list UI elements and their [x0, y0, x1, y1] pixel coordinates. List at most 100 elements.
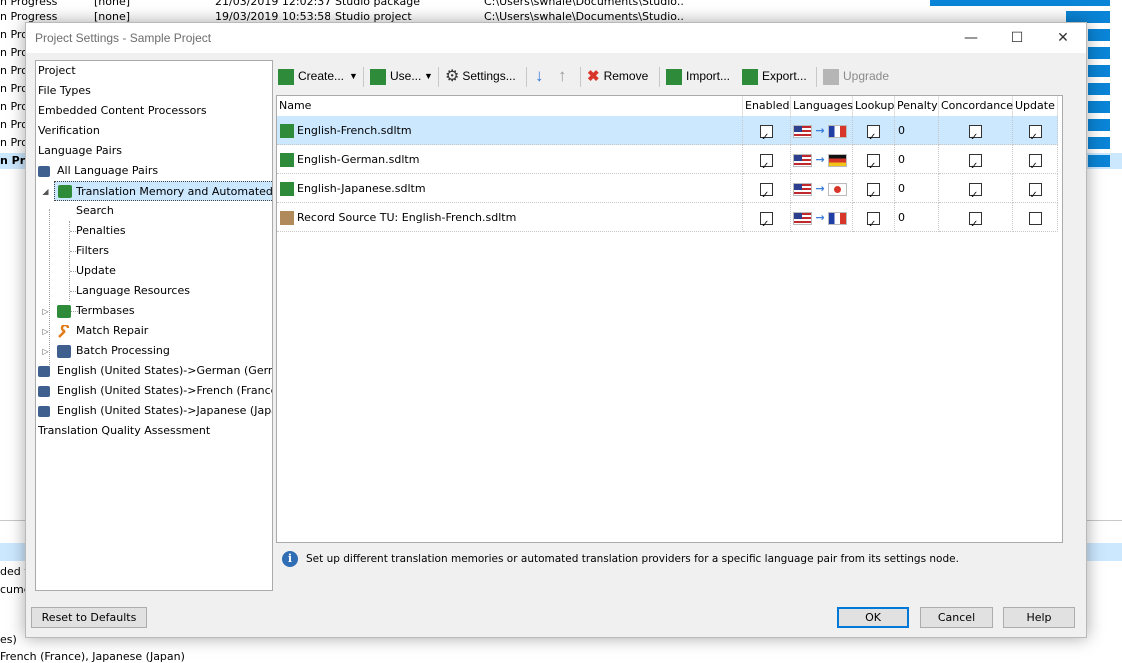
expand-icon[interactable]: ▷	[41, 327, 50, 336]
column-header-lookup[interactable]: Lookup	[853, 96, 895, 116]
tm-name: English-German.sdltm	[297, 153, 420, 166]
column-header-name[interactable]: Name	[277, 96, 743, 116]
gear-icon: ⚙	[445, 67, 460, 85]
move-up-icon[interactable]: ↑	[558, 65, 567, 87]
concordance-checkbox[interactable]	[969, 123, 982, 152]
upgrade-button[interactable]: Upgrade	[823, 65, 889, 87]
minimize-button[interactable]: —	[948, 23, 994, 53]
dialog-title: Project Settings - Sample Project	[35, 31, 212, 45]
update-checkbox[interactable]	[1028, 181, 1042, 210]
import-button[interactable]: Import...	[666, 65, 730, 87]
import-label: Import...	[686, 69, 731, 83]
cell-penalty[interactable]: 0	[895, 145, 939, 174]
nav-all-language-pairs[interactable]: All Language Pairs	[57, 161, 158, 181]
cell-languages: →	[791, 116, 853, 145]
cell-update	[1013, 116, 1058, 152]
ok-button[interactable]: OK	[837, 607, 909, 628]
nav-en-de[interactable]: English (United States)->German (Germany…	[57, 361, 272, 381]
remove-button[interactable]: ✖ Remove	[587, 65, 648, 87]
enabled-checkbox[interactable]	[760, 181, 773, 210]
nav-update[interactable]: Update	[76, 261, 116, 281]
settings-tree: Project File Types Embedded Content Proc…	[35, 60, 273, 591]
upgrade-label: Upgrade	[843, 69, 890, 83]
nav-language-resources[interactable]: Language Resources	[76, 281, 190, 301]
nav-en-jp[interactable]: English (United States)->Japanese (Japan…	[57, 401, 272, 421]
nav-search[interactable]: Search	[76, 201, 114, 221]
french-flag-icon	[828, 124, 848, 138]
settings-button[interactable]: ⚙ Settings...	[445, 65, 516, 87]
cell-penalty[interactable]: 0	[895, 174, 939, 203]
cell-concordance	[939, 203, 1013, 239]
lookup-checkbox[interactable]	[867, 210, 880, 239]
create-dropdown-icon[interactable]: ▼	[349, 65, 358, 87]
column-header-penalty[interactable]: Penalty	[895, 96, 939, 116]
collapse-icon[interactable]: ◢	[41, 187, 50, 196]
create-button[interactable]: Create...	[278, 65, 344, 87]
reset-to-defaults-button[interactable]: Reset to Defaults	[31, 607, 147, 628]
close-button[interactable]: ✕	[1040, 23, 1086, 53]
update-checkbox[interactable]	[1028, 211, 1042, 225]
move-down-icon[interactable]: ↓	[535, 65, 544, 87]
concordance-checkbox[interactable]	[969, 181, 982, 210]
nav-match-repair[interactable]: Match Repair	[76, 321, 148, 341]
nav-file-types[interactable]: File Types	[38, 81, 91, 101]
concordance-checkbox[interactable]	[969, 210, 982, 239]
nav-termbases[interactable]: Termbases	[76, 301, 135, 321]
lookup-checkbox[interactable]	[867, 152, 880, 181]
nav-language-pairs[interactable]: Language Pairs	[38, 141, 122, 161]
table-row[interactable]: English-Japanese.sdltm → 0	[277, 174, 1058, 210]
update-checkbox[interactable]	[1028, 123, 1042, 152]
expand-icon[interactable]: ▷	[41, 307, 50, 316]
arrow-right-icon: →	[815, 211, 825, 224]
toolbar-separator	[816, 67, 817, 87]
progress-bar	[1088, 137, 1110, 149]
cell-penalty[interactable]: 0	[895, 203, 939, 232]
cancel-button[interactable]: Cancel	[920, 607, 993, 628]
export-button[interactable]: Export...	[742, 65, 807, 87]
toolbar-separator	[659, 67, 660, 87]
tree-line	[69, 221, 70, 301]
expand-icon[interactable]: ▷	[41, 347, 50, 356]
use-dropdown-icon[interactable]: ▼	[424, 65, 433, 87]
toolbar-separator	[363, 67, 364, 87]
concordance-checkbox[interactable]	[969, 152, 982, 181]
progress-bar	[1088, 29, 1110, 41]
wrench-icon	[57, 323, 71, 338]
title-bar[interactable]: Project Settings - Sample Project — ☐ ✕	[26, 23, 1086, 53]
column-header-update[interactable]: Update	[1013, 96, 1058, 116]
table-row[interactable]: English-German.sdltm → 0	[277, 145, 1058, 181]
cell-update	[1013, 174, 1058, 210]
column-header-concordance[interactable]: Concordance	[939, 96, 1013, 116]
termbase-icon	[57, 305, 71, 318]
tm-file-icon	[280, 124, 294, 138]
help-button[interactable]: Help	[1003, 607, 1075, 628]
nav-embedded-content-processors[interactable]: Embedded Content Processors	[38, 101, 207, 121]
nav-translation-quality-assessment[interactable]: Translation Quality Assessment	[38, 421, 210, 441]
cell-penalty[interactable]: 0	[895, 116, 939, 145]
bg-text: es)	[0, 633, 17, 646]
cell-concordance	[939, 116, 1013, 152]
enabled-checkbox[interactable]	[760, 152, 773, 181]
tm-name: Record Source TU: English-French.sdltm	[297, 211, 517, 224]
lookup-checkbox[interactable]	[867, 123, 880, 152]
column-header-enabled[interactable]: Enabled	[743, 96, 791, 116]
enabled-checkbox[interactable]	[760, 210, 773, 239]
nav-penalties[interactable]: Penalties	[76, 221, 126, 241]
table-row[interactable]: English-French.sdltm → 0	[277, 116, 1058, 152]
nav-project[interactable]: Project	[38, 61, 76, 81]
column-header-languages[interactable]: Languages	[791, 96, 853, 116]
cell-name: Record Source TU: English-French.sdltm	[277, 203, 743, 232]
nav-translation-memory[interactable]: Translation Memory and Automated Transla…	[54, 181, 272, 201]
update-checkbox[interactable]	[1028, 152, 1042, 181]
nav-batch-processing[interactable]: Batch Processing	[76, 341, 170, 361]
table-row[interactable]: Record Source TU: English-French.sdltm →…	[277, 203, 1058, 239]
maximize-button[interactable]: ☐	[994, 23, 1040, 53]
use-button[interactable]: Use...	[370, 65, 421, 87]
enabled-checkbox[interactable]	[760, 123, 773, 152]
nav-en-fr[interactable]: English (United States)->French (France)	[57, 381, 272, 401]
info-icon: i	[282, 551, 298, 567]
nav-filters[interactable]: Filters	[76, 241, 109, 261]
arrow-right-icon: →	[815, 124, 825, 137]
lookup-checkbox[interactable]	[867, 181, 880, 210]
nav-verification[interactable]: Verification	[38, 121, 100, 141]
